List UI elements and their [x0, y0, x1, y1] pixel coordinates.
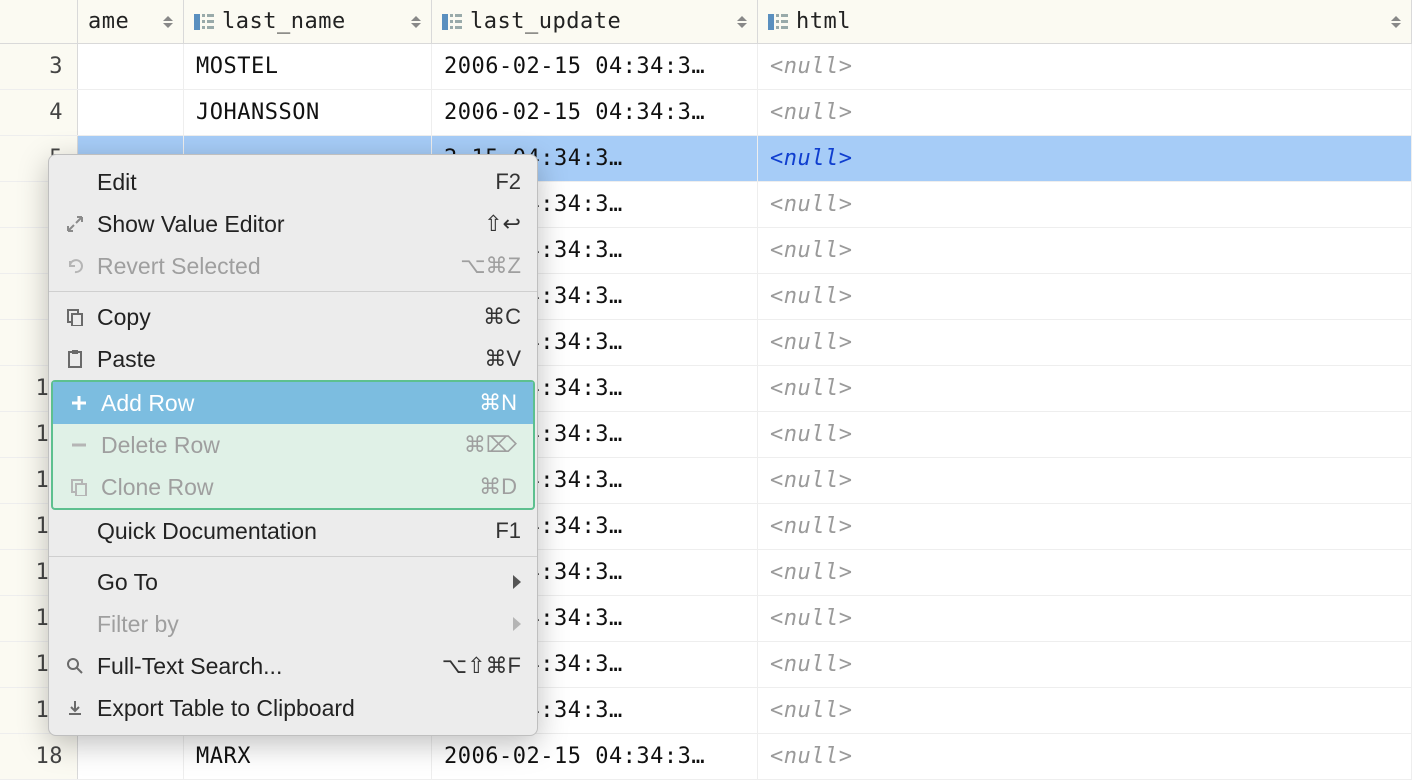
- menu-paste[interactable]: Paste ⌘V: [49, 338, 537, 380]
- cell-last-name[interactable]: MARX: [184, 734, 432, 779]
- column-label: html: [796, 9, 1385, 34]
- table-row[interactable]: 18 MARX2006-02-15 04:34:3… <null>: [0, 734, 1412, 780]
- null-value: <null>: [770, 652, 852, 677]
- cell-html[interactable]: <null>: [758, 550, 1412, 595]
- cell-html[interactable]: <null>: [758, 320, 1412, 365]
- gutter-header: [0, 0, 78, 43]
- expand-icon: [61, 215, 89, 233]
- cell-html[interactable]: <null>: [758, 90, 1412, 135]
- cell-html[interactable]: <null>: [758, 642, 1412, 687]
- null-value: <null>: [770, 100, 852, 125]
- cell-name[interactable]: [78, 44, 184, 89]
- sort-icon[interactable]: [411, 16, 421, 28]
- null-value: <null>: [770, 192, 852, 217]
- table-header: ame last_name last_update html: [0, 0, 1412, 44]
- menu-revert-selected: Revert Selected ⌥⌘Z: [49, 245, 537, 287]
- column-type-icon: [194, 13, 214, 31]
- null-value: <null>: [770, 514, 852, 539]
- undo-icon: [61, 257, 89, 275]
- row-number[interactable]: 18: [0, 734, 78, 779]
- cell-html[interactable]: <null>: [758, 458, 1412, 503]
- download-icon: [61, 699, 89, 717]
- menu-copy[interactable]: Copy ⌘C: [49, 296, 537, 338]
- menu-delete-row: Delete Row ⌘⌦: [53, 424, 533, 466]
- cell-html[interactable]: <null>: [758, 182, 1412, 227]
- plus-icon: [65, 394, 93, 412]
- cell-html[interactable]: <null>: [758, 688, 1412, 733]
- null-value: <null>: [770, 284, 852, 309]
- cell-html[interactable]: <null>: [758, 366, 1412, 411]
- context-menu: Edit F2 Show Value Editor ⇧↩ Revert Sele…: [48, 154, 538, 736]
- cell-name[interactable]: [78, 734, 184, 779]
- column-type-icon: [442, 13, 462, 31]
- row-number[interactable]: 4: [0, 90, 78, 135]
- cell-html[interactable]: <null>: [758, 412, 1412, 457]
- row-ops-group: Add Row ⌘N Delete Row ⌘⌦ Clone Row ⌘D: [51, 380, 535, 510]
- paste-icon: [61, 350, 89, 368]
- column-label: last_name: [222, 9, 405, 34]
- cell-last-name[interactable]: MOSTEL: [184, 44, 432, 89]
- cell-last-update[interactable]: 2006-02-15 04:34:3…: [432, 44, 758, 89]
- sort-icon[interactable]: [1391, 16, 1401, 28]
- cell-name[interactable]: [78, 90, 184, 135]
- null-value: <null>: [770, 54, 852, 79]
- sort-icon[interactable]: [737, 16, 747, 28]
- cell-last-name[interactable]: JOHANSSON: [184, 90, 432, 135]
- menu-separator: [49, 556, 537, 557]
- null-value: <null>: [770, 560, 852, 585]
- column-label: last_update: [470, 9, 731, 34]
- menu-clone-row: Clone Row ⌘D: [53, 466, 533, 508]
- column-header-last-update[interactable]: last_update: [432, 0, 758, 43]
- cell-html[interactable]: <null>: [758, 504, 1412, 549]
- chevron-right-icon: [513, 575, 521, 589]
- copy-icon: [61, 308, 89, 326]
- chevron-right-icon: [513, 617, 521, 631]
- null-value: <null>: [770, 698, 852, 723]
- cell-html[interactable]: <null>: [758, 44, 1412, 89]
- null-value: <null>: [770, 606, 852, 631]
- cell-html[interactable]: <null>: [758, 228, 1412, 273]
- table-row[interactable]: 4 JOHANSSON2006-02-15 04:34:3… <null>: [0, 90, 1412, 136]
- null-value: <null>: [770, 422, 852, 447]
- null-value: <null>: [770, 238, 852, 263]
- menu-separator: [49, 291, 537, 292]
- row-number[interactable]: 3: [0, 44, 78, 89]
- column-label: ame: [88, 9, 157, 34]
- search-icon: [61, 657, 89, 675]
- null-value: <null>: [770, 146, 852, 171]
- null-value: <null>: [770, 468, 852, 493]
- menu-filter-by: Filter by: [49, 603, 537, 645]
- cell-last-update[interactable]: 2006-02-15 04:34:3…: [432, 90, 758, 135]
- menu-quick-documentation[interactable]: Quick Documentation F1: [49, 510, 537, 552]
- null-value: <null>: [770, 744, 852, 769]
- cell-last-update[interactable]: 2006-02-15 04:34:3…: [432, 734, 758, 779]
- sort-icon[interactable]: [163, 16, 173, 28]
- column-header-html[interactable]: html: [758, 0, 1412, 43]
- table-row[interactable]: 3 MOSTEL2006-02-15 04:34:3… <null>: [0, 44, 1412, 90]
- menu-edit[interactable]: Edit F2: [49, 161, 537, 203]
- minus-icon: [65, 436, 93, 454]
- menu-export-clipboard[interactable]: Export Table to Clipboard: [49, 687, 537, 729]
- null-value: <null>: [770, 376, 852, 401]
- column-header-last-name[interactable]: last_name: [184, 0, 432, 43]
- clone-icon: [65, 478, 93, 496]
- cell-html[interactable]: <null>: [758, 734, 1412, 779]
- cell-html[interactable]: <null>: [758, 596, 1412, 641]
- cell-html[interactable]: <null>: [758, 274, 1412, 319]
- menu-add-row[interactable]: Add Row ⌘N: [53, 382, 533, 424]
- null-value: <null>: [770, 330, 852, 355]
- column-type-icon: [768, 13, 788, 31]
- menu-go-to[interactable]: Go To: [49, 561, 537, 603]
- cell-html[interactable]: <null>: [758, 136, 1412, 181]
- menu-full-text-search[interactable]: Full-Text Search... ⌥⇧⌘F: [49, 645, 537, 687]
- column-header-name[interactable]: ame: [78, 0, 184, 43]
- menu-show-value-editor[interactable]: Show Value Editor ⇧↩: [49, 203, 537, 245]
